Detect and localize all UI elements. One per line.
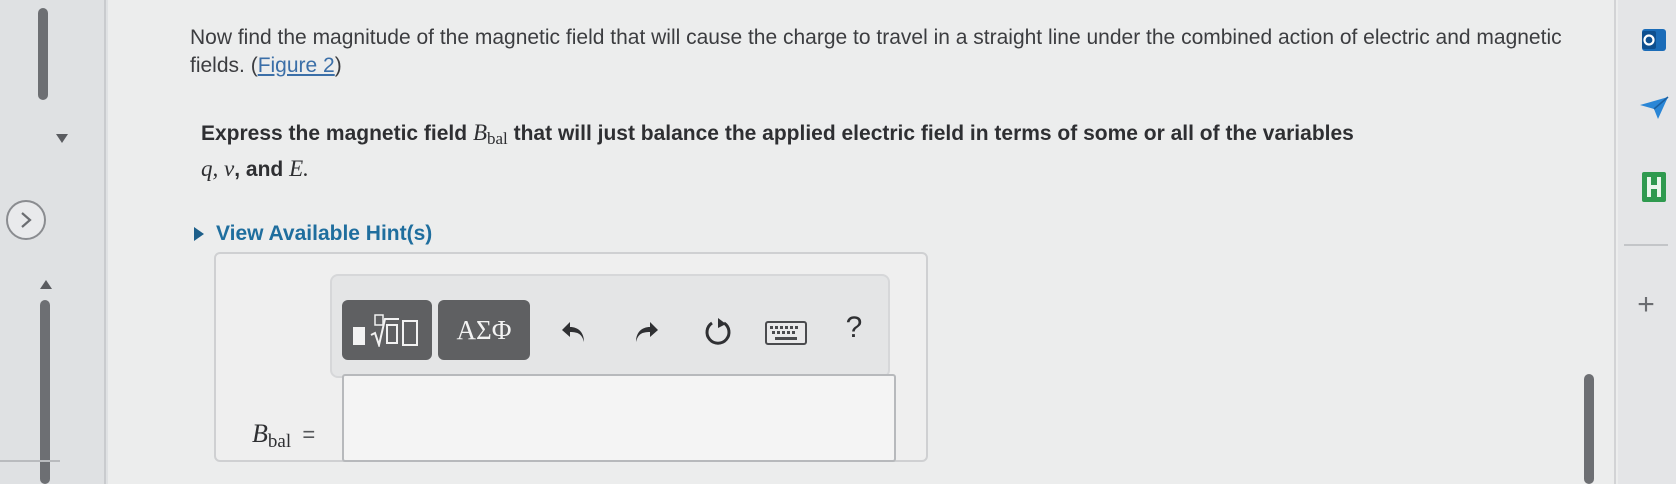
undo-icon[interactable] xyxy=(558,316,590,348)
sidebar-separator xyxy=(1624,244,1668,246)
right-scrollbar[interactable] xyxy=(1584,374,1594,484)
var-E: E xyxy=(289,156,304,181)
reset-icon[interactable] xyxy=(700,314,736,350)
chevron-right-icon xyxy=(21,212,32,228)
outlook-icon[interactable] xyxy=(1640,26,1668,54)
right-divider xyxy=(1614,0,1616,484)
h-app-icon[interactable] xyxy=(1640,170,1668,204)
templates-icon xyxy=(353,314,418,347)
question-close: ) xyxy=(334,54,342,77)
hint-triangle-icon xyxy=(194,227,204,241)
var-q: q xyxy=(201,156,213,181)
left-stub-line xyxy=(0,460,60,462)
figure-link[interactable]: Figure 2 xyxy=(258,54,335,77)
keyboard-icon[interactable] xyxy=(764,318,808,348)
left-scrollbar-top[interactable] xyxy=(38,8,48,100)
redo-icon[interactable] xyxy=(630,316,662,348)
help-icon: ? xyxy=(845,311,863,344)
collapse-triangle-icon[interactable] xyxy=(56,134,68,143)
view-hints-toggle[interactable]: View Available Hint(s) xyxy=(194,222,432,246)
answer-var: B xyxy=(252,419,268,448)
right-sidebar xyxy=(1618,0,1676,484)
greek-symbols-button[interactable]: ΑΣΦ xyxy=(438,300,530,360)
add-button[interactable]: + xyxy=(1634,288,1658,321)
answer-label: Bbal = xyxy=(252,418,315,453)
send-icon[interactable] xyxy=(1638,94,1670,122)
templates-button[interactable] xyxy=(342,300,432,360)
question-text: Now find the magnitude of the magnetic f… xyxy=(190,24,1570,80)
period: . xyxy=(303,156,309,181)
help-button[interactable]: ? xyxy=(840,308,868,348)
expand-panel-button[interactable] xyxy=(6,200,46,240)
left-scrollbar-bottom[interactable] xyxy=(40,300,50,484)
var-B: Bbal xyxy=(472,120,508,148)
instruction-part1: Express the magnetic field xyxy=(201,122,473,145)
left-panel xyxy=(0,0,108,484)
var-v: v xyxy=(224,156,235,181)
instruction-text: Express the magnetic field Bbal that wil… xyxy=(201,118,1581,185)
var-B-subscript: bal xyxy=(487,129,508,148)
answer-var-subscript: bal xyxy=(267,431,292,452)
instruction-part3: , and xyxy=(234,158,290,181)
greek-symbols-label: ΑΣΦ xyxy=(456,314,512,345)
left-divider xyxy=(104,0,106,484)
answer-input[interactable] xyxy=(342,374,896,462)
hint-label: View Available Hint(s) xyxy=(216,222,433,245)
equals-sign: = xyxy=(302,422,316,447)
expand-triangle-icon[interactable] xyxy=(40,280,52,289)
instruction-part2: that will just balance the applied elect… xyxy=(507,122,1354,145)
plus-icon: + xyxy=(1637,288,1655,321)
comma: , xyxy=(212,156,224,181)
question-body: Now find the magnitude of the magnetic f… xyxy=(190,26,1562,77)
